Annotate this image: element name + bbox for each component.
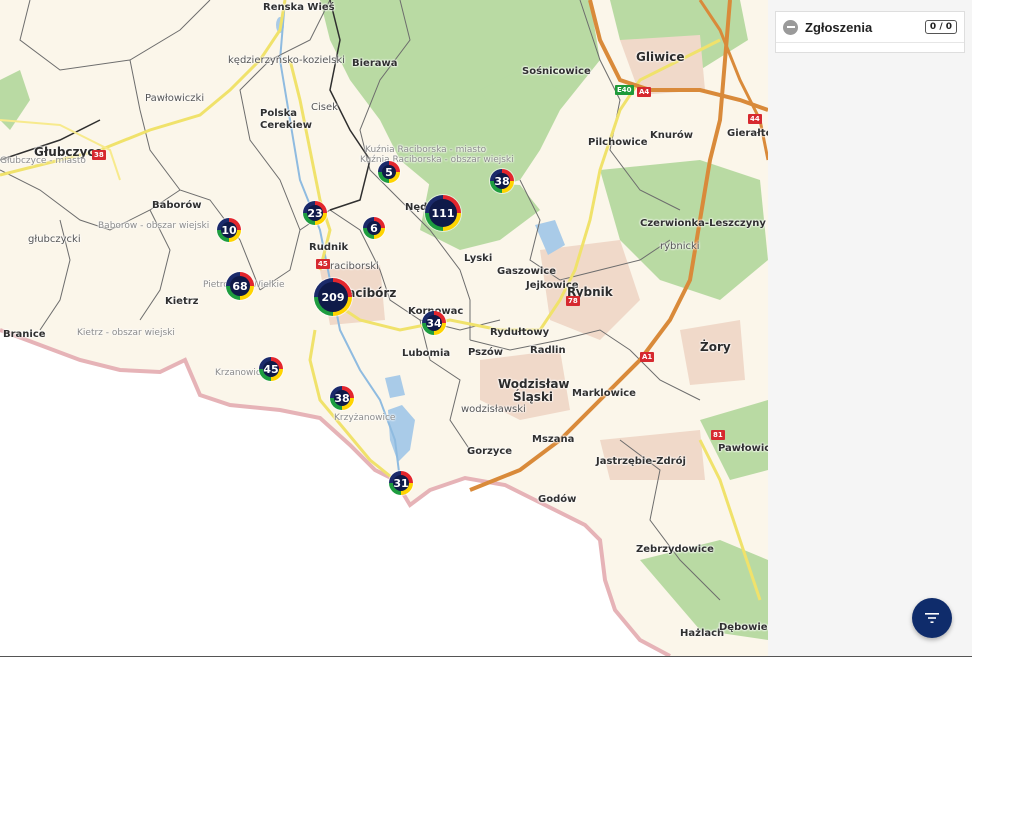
reports-count-badge: 0 / 0 [924, 20, 957, 34]
cluster-marker[interactable]: 10 [217, 218, 241, 242]
road-shield: 38 [92, 150, 106, 160]
road-shield: A1 [640, 352, 655, 362]
cluster-marker[interactable]: 111 [425, 195, 461, 231]
cluster-marker[interactable]: 209 [314, 278, 352, 316]
filter-icon [925, 613, 939, 623]
outside-area [0, 330, 670, 656]
cluster-marker[interactable]: 23 [303, 201, 327, 225]
road-shield: 81 [711, 430, 725, 440]
cluster-marker[interactable]: 45 [259, 357, 283, 381]
cluster-count: 10 [221, 223, 237, 237]
minus-circle-icon[interactable] [783, 19, 798, 35]
cluster-count: 6 [370, 221, 378, 235]
cluster-count: 23 [307, 206, 323, 220]
map-base-layer [0, 0, 768, 656]
cluster-marker[interactable]: 6 [363, 217, 385, 239]
road-shield: A4 [637, 87, 652, 97]
cluster-count: 5 [385, 165, 393, 179]
road-shield: 44 [748, 114, 762, 124]
reports-card: Zgłoszenia 0 / 0 [775, 11, 965, 53]
cluster-count: 38 [494, 174, 510, 188]
road-shield: 45 [316, 259, 330, 269]
cluster-count: 68 [232, 279, 248, 293]
cluster-marker[interactable]: 31 [389, 471, 413, 495]
cluster-marker[interactable]: 34 [422, 311, 446, 335]
reports-card-header: Zgłoszenia 0 / 0 [776, 12, 964, 43]
cluster-count: 111 [431, 206, 455, 220]
divider [0, 656, 972, 657]
road-shield: E40 [615, 85, 634, 95]
filter-button[interactable] [912, 598, 952, 638]
map-canvas[interactable]: Renska Wieś kędzierzyńsko-kozielski Bier… [0, 0, 768, 656]
side-panel: Zgłoszenia 0 / 0 [768, 0, 972, 656]
reports-title: Zgłoszenia [805, 19, 873, 35]
cluster-marker[interactable]: 68 [226, 272, 254, 300]
cluster-marker[interactable]: 38 [330, 386, 354, 410]
cluster-count: 31 [393, 476, 409, 490]
cluster-marker[interactable]: 38 [490, 169, 514, 193]
cluster-count: 45 [263, 362, 279, 376]
cluster-count: 209 [321, 290, 345, 304]
cluster-count: 38 [334, 391, 350, 405]
cluster-count: 34 [426, 316, 442, 330]
road-shield: 78 [566, 296, 580, 306]
cluster-marker[interactable]: 5 [378, 161, 400, 183]
